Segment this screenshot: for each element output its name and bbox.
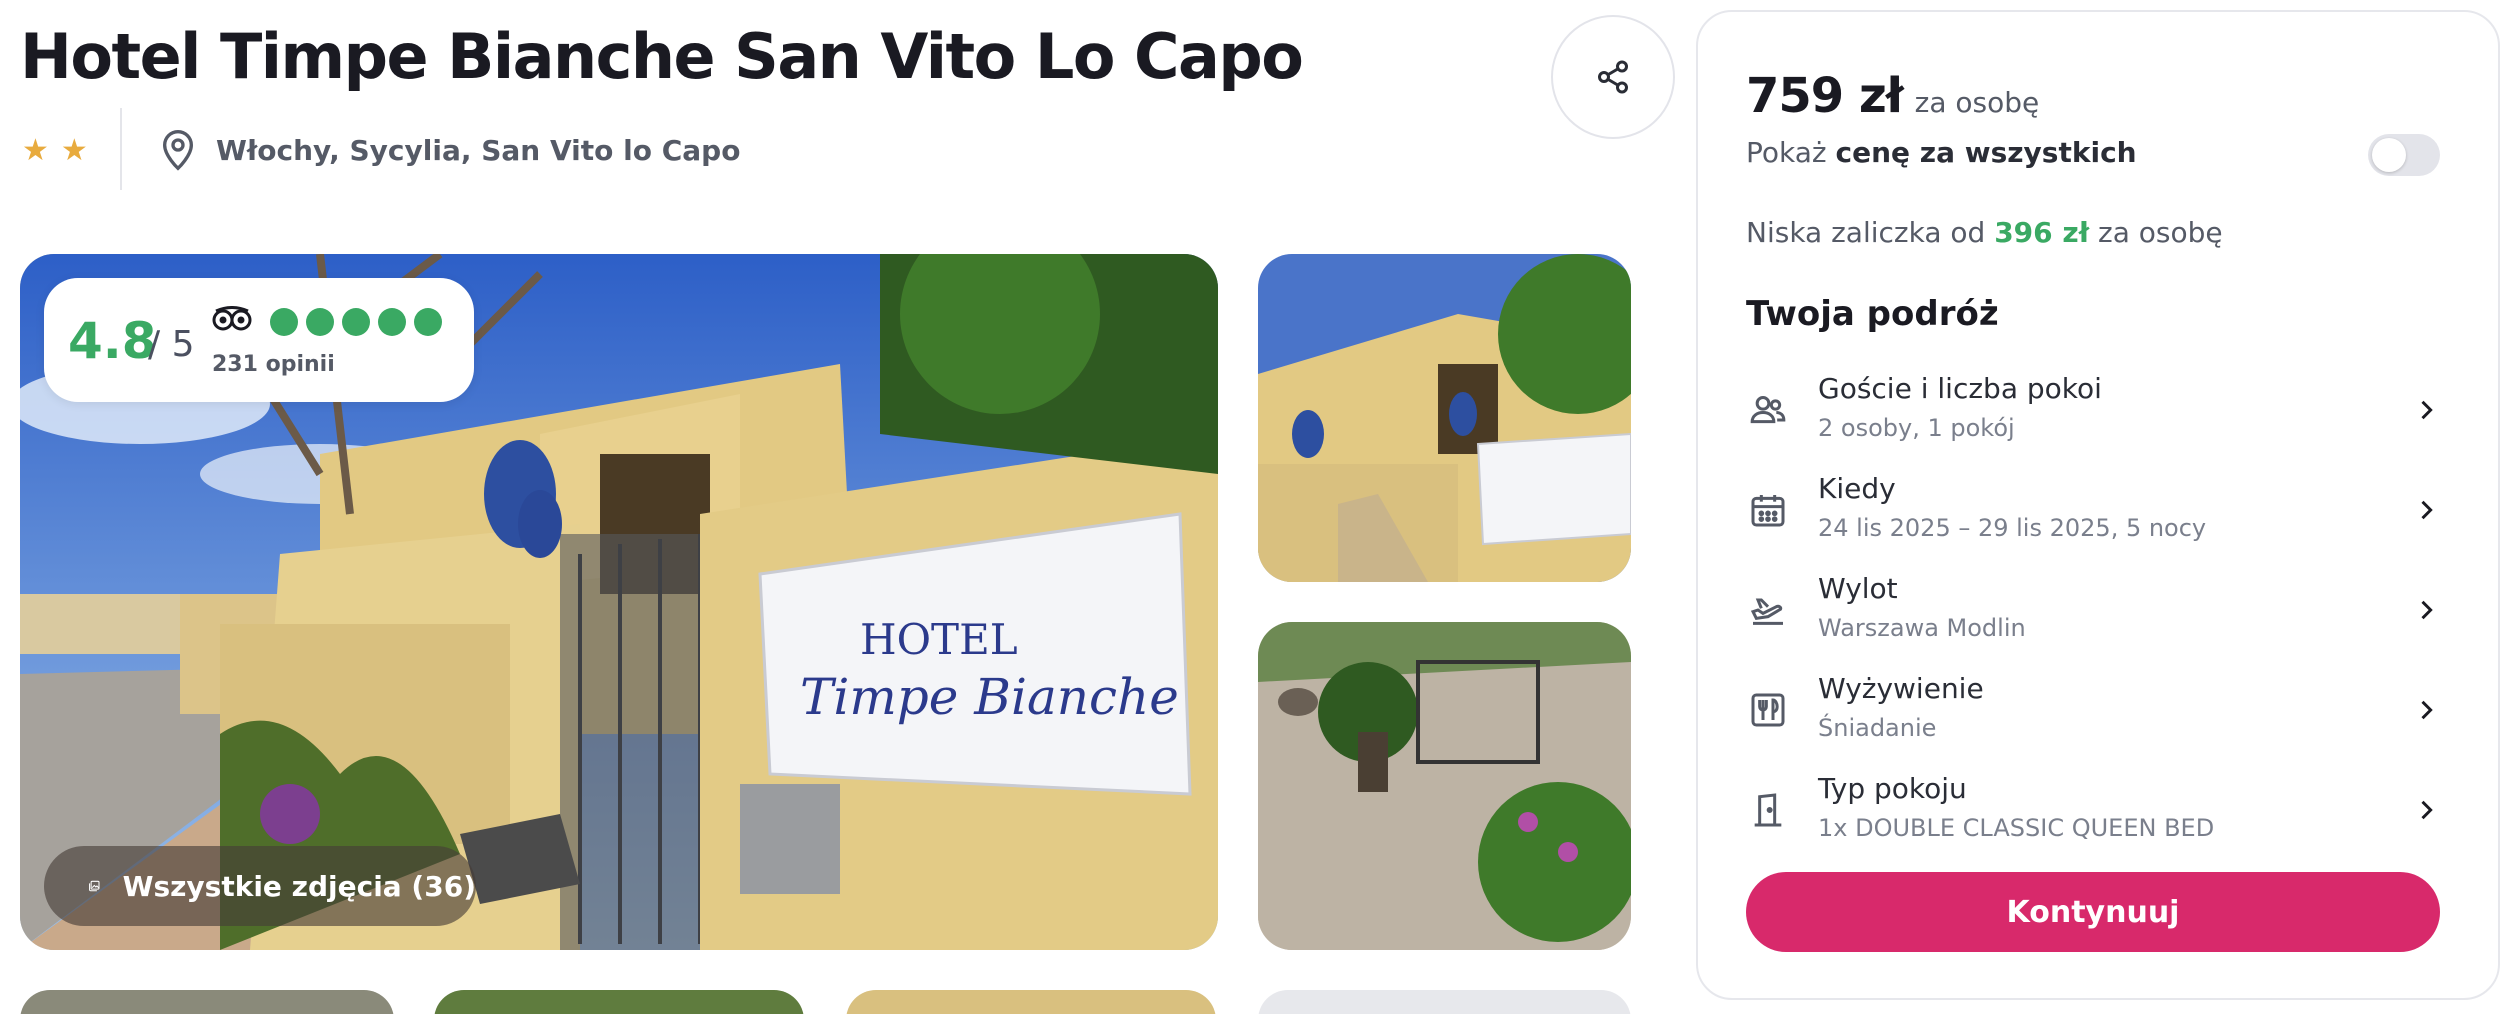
row-value: 24 lis 2025 – 29 lis 2025, 5 nocy (1818, 514, 2207, 542)
hotel-location[interactable]: Włochy, Sycylia, San Vito lo Capo (158, 128, 740, 172)
trip-row-departure[interactable]: Wylot Warszawa Modlin (1746, 572, 2452, 662)
rating-max: / 5 (148, 324, 195, 365)
chevron-right-icon (2421, 500, 2433, 520)
tripadvisor-owl-icon (212, 306, 252, 331)
star-rating: ★ ★ (22, 136, 88, 166)
chevron-right-icon (2421, 400, 2433, 420)
guests-icon (1746, 388, 1790, 432)
row-label: Typ pokoju (1818, 772, 1967, 805)
show-total-price-toggle[interactable] (2368, 134, 2440, 176)
sign-line1: HOTEL (860, 615, 1018, 664)
trip-section-title: Twoja podróż (1746, 294, 1999, 334)
trip-row-room-type[interactable]: Typ pokoju 1x DOUBLE CLASSIC QUEEN BED (1746, 772, 2452, 862)
rating-bubble (378, 308, 406, 336)
share-icon (1598, 60, 1628, 94)
row-label: Goście i liczba pokoi (1818, 372, 2102, 405)
calendar-icon (1746, 488, 1790, 532)
gallery-icon (89, 880, 100, 892)
rating-score: 4.8 (68, 312, 157, 370)
review-count[interactable]: 231 opinii (212, 352, 335, 377)
rating-bubble (342, 308, 370, 336)
garden-thumbnail-image (1258, 622, 1631, 950)
continue-button-label: Kontynuuj (2006, 894, 2180, 930)
all-photos-button[interactable]: Wszystkie zdjęcia (36) (44, 846, 476, 926)
location-text: Włochy, Sycylia, San Vito lo Capo (216, 133, 741, 167)
location-pin-icon (162, 130, 194, 171)
map-thumbnail[interactable] (1258, 990, 1631, 1014)
gallery-thumbnail[interactable] (1258, 622, 1631, 950)
all-photos-label: Wszystkie zdjęcia (36) (122, 869, 476, 903)
plane-departure-icon (1746, 588, 1790, 632)
booking-panel: 759 zł za osobę Pokaż cenę za wszystkich… (1696, 10, 2500, 1000)
row-label: Wylot (1818, 572, 1898, 605)
star-icon: ★ (60, 133, 88, 168)
price-value: 759 zł (1746, 68, 1904, 124)
divider (120, 108, 122, 190)
gallery-thumbnail[interactable] (20, 990, 394, 1014)
row-value: 1x DOUBLE CLASSIC QUEEN BED (1818, 814, 2215, 842)
star-icon: ★ (22, 133, 49, 168)
row-label: Kiedy (1818, 472, 1896, 505)
price-block: 759 zł za osobę (1746, 68, 2039, 124)
show-total-price-label: Pokaż cenę za wszystkich (1746, 136, 2137, 169)
row-value: 2 osoby, 1 pokój (1818, 414, 2015, 442)
hotel-facade-thumbnail-image (1258, 254, 1631, 582)
rating-bubbles (270, 308, 442, 336)
gallery-thumbnail[interactable] (846, 990, 1216, 1014)
rating-bubble (306, 308, 334, 336)
rating-card[interactable]: 4.8 / 5 231 opinii (44, 278, 474, 402)
sign-line2: Timpe Bianche (800, 668, 1179, 726)
hotel-title: Hotel Timpe Bianche San Vito Lo Capo (20, 20, 1304, 93)
share-button[interactable] (1551, 15, 1675, 139)
toggle-knob (2372, 138, 2406, 172)
chevron-right-icon (2421, 700, 2433, 720)
trip-row-board[interactable]: Wyżywienie Śniadanie (1746, 672, 2452, 762)
rating-bubble (414, 308, 442, 336)
chevron-right-icon (2421, 600, 2433, 620)
chevron-right-icon (2421, 800, 2433, 820)
trip-row-dates[interactable]: Kiedy 24 lis 2025 – 29 lis 2025, 5 nocy (1746, 472, 2452, 562)
cutlery-icon (1746, 688, 1790, 732)
gallery-thumbnail[interactable] (1258, 254, 1631, 582)
row-value: Śniadanie (1818, 714, 1937, 742)
row-value: Warszawa Modlin (1818, 614, 2026, 642)
deposit-info: Niska zaliczka od 396 zł za osobę (1746, 216, 2223, 249)
trip-row-guests[interactable]: Goście i liczba pokoi 2 osoby, 1 pokój (1746, 372, 2452, 462)
row-label: Wyżywienie (1818, 672, 1984, 705)
door-icon (1746, 788, 1790, 832)
price-unit: za osobę (1914, 86, 2040, 119)
continue-button[interactable]: Kontynuuj (1746, 872, 2440, 952)
rating-bubble (270, 308, 298, 336)
gallery-thumbnail[interactable] (434, 990, 804, 1014)
